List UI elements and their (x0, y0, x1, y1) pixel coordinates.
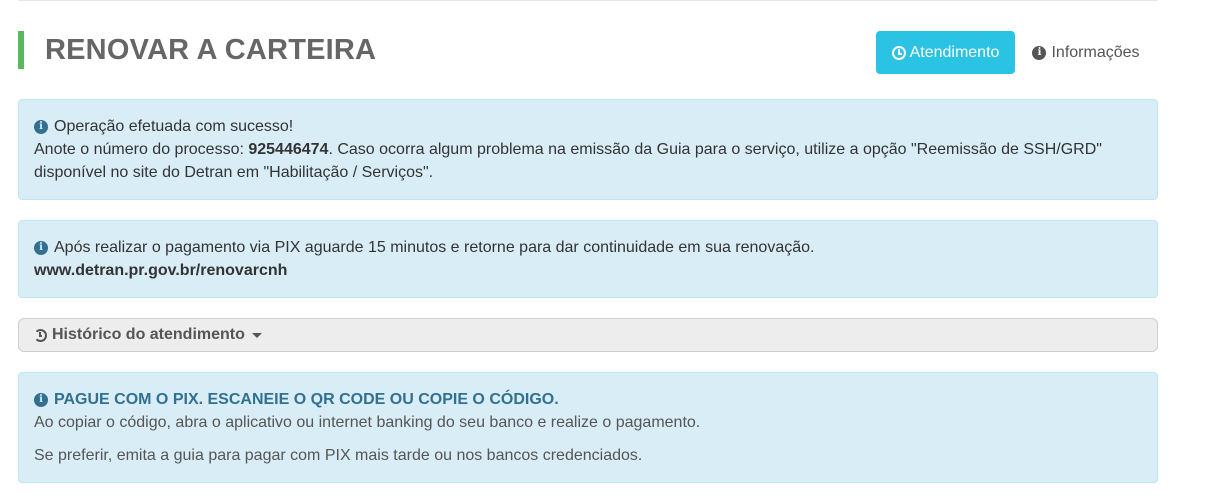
historico-label: Histórico do atendimento (52, 326, 245, 343)
success-alert-title-row: i Operação efetuada com sucesso! (34, 115, 1142, 138)
success-alert-text-suffix: . Caso ocorra algum problema na emissão … (328, 141, 1102, 158)
success-alert-body: Anote o número do processo: 925446474. C… (34, 138, 1142, 184)
pix-wait-alert: i Após realizar o pagamento via PIX agua… (18, 220, 1158, 298)
title-accent-bar (18, 31, 24, 69)
pix-wait-row: i Após realizar o pagamento via PIX agua… (34, 236, 1142, 259)
page-title: RENOVAR A CARTEIRA (45, 34, 377, 66)
page-header: RENOVAR A CARTEIRA Atendimento i Informa… (18, 31, 1158, 74)
atendimento-button[interactable]: Atendimento (876, 31, 1015, 74)
pix-title: PAGUE COM O PIX. ESCANEIE O QR CODE OU C… (54, 391, 559, 408)
history-icon (34, 328, 47, 342)
pix-payment-alert: i PAGUE COM O PIX. ESCANEIE O QR CODE OU… (18, 372, 1158, 483)
atendimento-button-label: Atendimento (909, 43, 1000, 61)
success-alert-text-prefix: Anote o número do processo: (34, 141, 249, 158)
pix-wait-text: Após realizar o pagamento via PIX aguard… (54, 239, 815, 256)
historico-toggle[interactable]: Histórico do atendimento (18, 318, 1158, 352)
pix-instruction-2: Se preferir, emita a guia para pagar com… (34, 447, 643, 464)
pix-instruction-1: Ao copiar o código, abra o aplicativo ou… (34, 414, 701, 431)
renovarcnh-url: www.detran.pr.gov.br/renovarcnh (34, 262, 288, 279)
info-circle-icon: i (34, 240, 48, 255)
pix-title-row: i PAGUE COM O PIX. ESCANEIE O QR CODE OU… (34, 388, 1142, 411)
info-circle-icon: i (1032, 45, 1047, 60)
process-number: 925446474 (248, 141, 329, 158)
clock-icon (891, 45, 906, 60)
top-divider (18, 0, 1158, 1)
informacoes-button-label: Informações (1051, 43, 1140, 61)
success-alert-text-line2: disponível no site do Detran em "Habilit… (34, 164, 434, 181)
info-circle-icon: i (34, 119, 48, 134)
informacoes-button[interactable]: i Informações (1030, 31, 1142, 74)
success-alert: i Operação efetuada com sucesso! Anote o… (18, 99, 1158, 200)
info-circle-icon: i (34, 392, 48, 407)
success-alert-title: Operação efetuada com sucesso! (54, 118, 294, 135)
caret-down-icon (251, 332, 262, 338)
